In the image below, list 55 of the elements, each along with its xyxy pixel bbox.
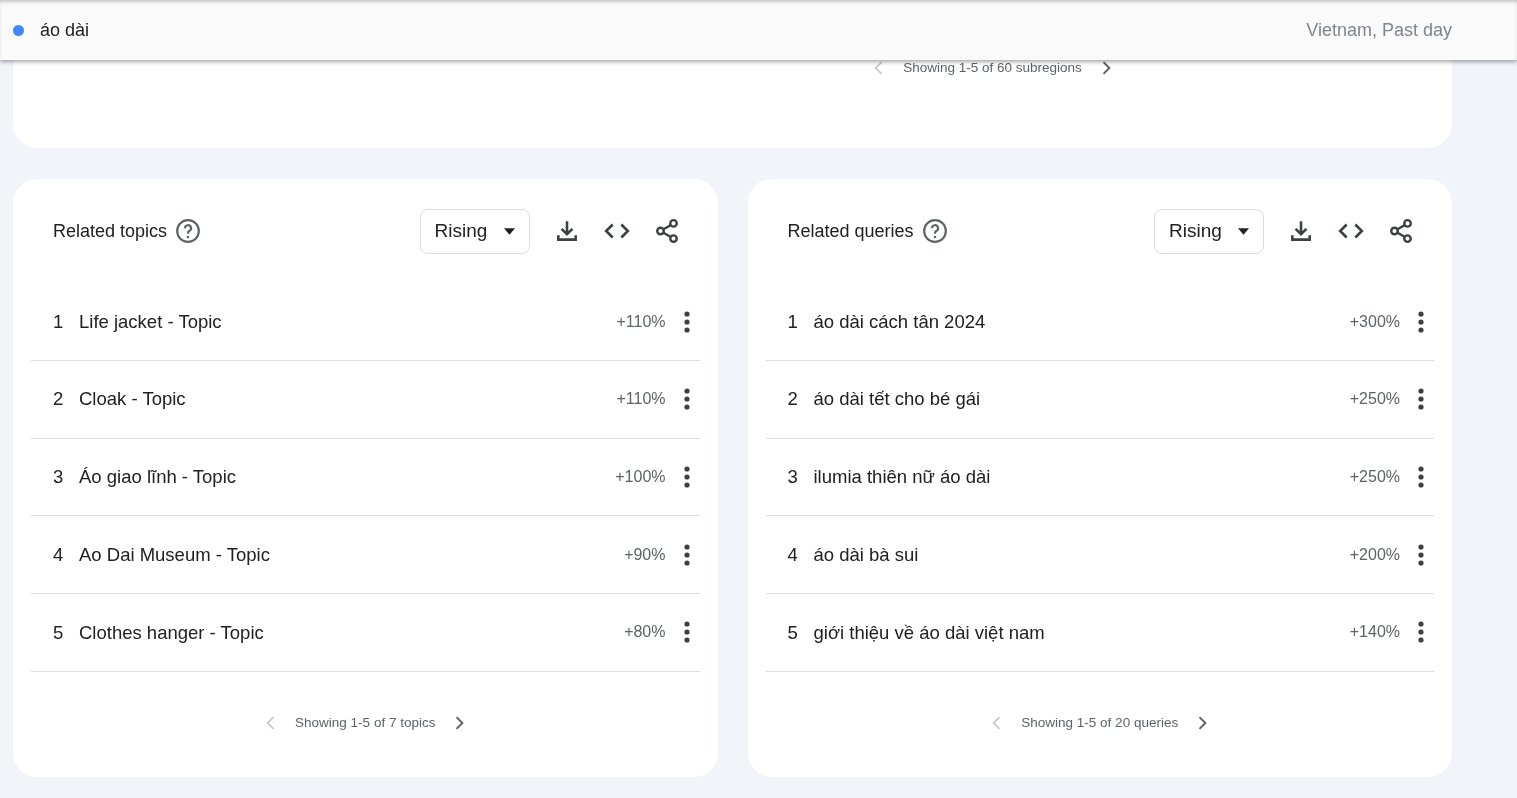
sort-dropdown[interactable]: Rising (1154, 208, 1264, 254)
rank-number: 1 (787, 309, 799, 334)
list-item-link[interactable]: áo dài bà sui (813, 540, 1350, 569)
pagination-text: Showing 1-5 of 20 queries (1021, 714, 1179, 733)
more-options-icon[interactable] (683, 466, 690, 488)
more-options-icon[interactable] (1418, 543, 1424, 566)
percent-change: +110% (616, 389, 666, 410)
more-options-icon[interactable] (683, 388, 690, 411)
percent-change: +80% (624, 622, 666, 643)
list-item-link[interactable]: Life jacket - Topic (79, 307, 617, 336)
panel-title: Related topics (53, 219, 168, 243)
percent-change: +90% (624, 544, 666, 565)
rank-number: 3 (787, 465, 799, 490)
list-item-link[interactable]: áo dài cách tân 2024 (813, 307, 1350, 336)
more-options-icon[interactable] (1418, 466, 1424, 488)
rank-number: 1 (53, 309, 65, 334)
help-icon[interactable] (175, 218, 202, 245)
percent-change: +140% (1349, 622, 1400, 643)
more-options-icon[interactable] (683, 543, 690, 566)
list-item-link[interactable]: giới thiệu về áo dài việt nam (813, 618, 1350, 647)
pagination-text: Showing 1-5 of 60 subregions (903, 59, 1082, 77)
caret-icon (1238, 227, 1249, 235)
more-options-icon[interactable] (683, 621, 690, 644)
share-icon[interactable] (653, 218, 680, 245)
list-item-link[interactable]: áo dài tết cho bé gái (813, 385, 1350, 414)
help-icon[interactable] (921, 218, 948, 245)
percent-change: +200% (1349, 544, 1400, 565)
percent-change: +110% (616, 311, 666, 332)
more-options-icon[interactable] (1418, 621, 1424, 644)
panel-title: Related queries (787, 219, 914, 243)
region-period: Vietnam, Past day (1306, 18, 1452, 42)
rank-number: 2 (787, 387, 799, 412)
percent-change: +100% (615, 467, 666, 487)
share-icon[interactable] (1388, 218, 1414, 245)
percent-change: +300% (1349, 311, 1400, 332)
rank-number: 2 (53, 387, 65, 412)
rank-number: 4 (53, 542, 65, 567)
pagination-text: Showing 1-5 of 7 topics (295, 714, 436, 733)
caret-icon (503, 227, 515, 235)
rank-number: 5 (53, 620, 65, 645)
more-options-icon[interactable] (1418, 388, 1424, 411)
list-item-link[interactable]: Áo giao lĩnh - Topic (79, 463, 616, 491)
list-item-link[interactable]: Cloak - Topic (79, 385, 617, 414)
list-item-link[interactable]: Ao Dai Museum - Topic (79, 540, 625, 569)
list-item-link[interactable]: ilumia thiên nữ áo dài (813, 463, 1350, 491)
more-options-icon[interactable] (683, 310, 690, 333)
percent-change: +250% (1349, 467, 1400, 487)
rank-number: 3 (53, 465, 65, 490)
rank-number: 4 (787, 542, 799, 567)
rank-number: 5 (787, 620, 799, 645)
sort-dropdown[interactable]: Rising (419, 208, 530, 254)
search-term: áo dài (40, 18, 90, 42)
more-options-icon[interactable] (1418, 310, 1424, 333)
list-item-link[interactable]: Clothes hanger - Topic (79, 618, 625, 647)
percent-change: +250% (1349, 389, 1400, 410)
